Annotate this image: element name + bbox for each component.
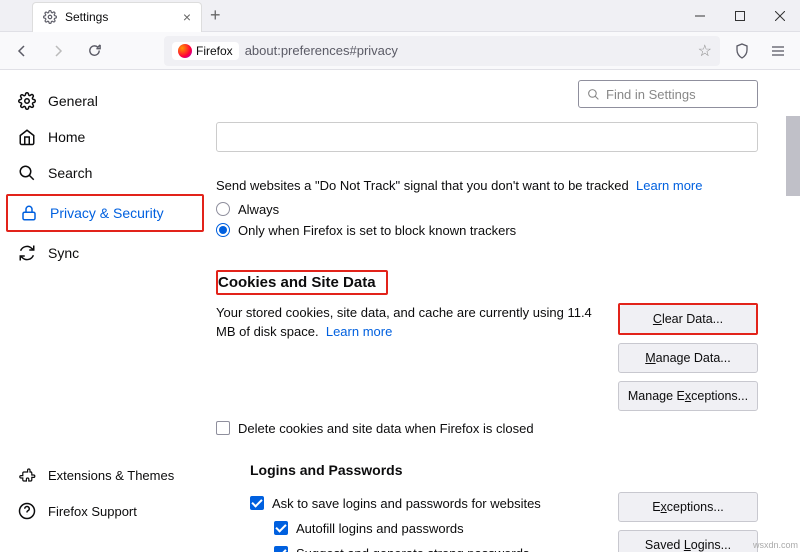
sidebar-label: Search [48, 165, 92, 181]
reload-button[interactable] [80, 37, 108, 65]
sidebar-label: Firefox Support [48, 504, 137, 519]
settings-search-input[interactable]: Find in Settings [578, 80, 758, 108]
sidebar-label: General [48, 93, 98, 109]
cookies-usage-text: Your stored cookies, site data, and cach… [216, 303, 606, 342]
bookmark-star-icon[interactable]: ☆ [698, 41, 712, 61]
radio-icon [216, 202, 230, 216]
settings-sidebar: General Home Search Privacy & Security S… [0, 70, 210, 552]
dnt-description: Send websites a "Do Not Track" signal th… [216, 176, 758, 196]
suggest-passwords-checkbox[interactable]: Suggest and generate strong passwords [274, 546, 606, 552]
sidebar-item-privacy-security[interactable]: Privacy & Security [8, 196, 202, 230]
dnt-learn-more-link[interactable]: Learn more [636, 178, 702, 193]
forward-button[interactable] [44, 37, 72, 65]
content-area: General Home Search Privacy & Security S… [0, 70, 800, 552]
back-button[interactable] [8, 37, 36, 65]
new-tab-button[interactable]: + [210, 5, 221, 26]
cookies-heading: Cookies and Site Data [218, 274, 376, 291]
checkbox-icon [274, 521, 288, 535]
sidebar-item-support[interactable]: Firefox Support [6, 494, 204, 528]
url-bar[interactable]: Firefox about:preferences#privacy ☆ [164, 36, 720, 66]
watermark: wsxdn.com [753, 540, 798, 550]
window-maximize[interactable] [720, 0, 760, 32]
dnt-radio-only-blocked[interactable]: Only when Firefox is set to block known … [216, 223, 758, 238]
manage-data-button[interactable]: Manage Data... [618, 343, 758, 373]
browser-toolbar: Firefox about:preferences#privacy ☆ [0, 32, 800, 70]
sidebar-label: Privacy & Security [50, 205, 164, 221]
logins-exceptions-button[interactable]: Exceptions... [618, 492, 758, 522]
window-minimize[interactable] [680, 0, 720, 32]
protection-shield-icon[interactable] [728, 43, 756, 59]
checkbox-icon [216, 421, 230, 435]
window-close[interactable] [760, 0, 800, 32]
search-icon [587, 88, 600, 101]
scrollbar-thumb[interactable] [786, 116, 800, 196]
extension-icon [18, 466, 36, 484]
settings-icon [43, 10, 57, 24]
sidebar-item-general[interactable]: General [6, 84, 204, 118]
checkbox-icon [274, 546, 288, 552]
identity-label: Firefox [196, 44, 233, 58]
window-controls [680, 0, 800, 32]
sidebar-label: Sync [48, 245, 79, 261]
search-icon [18, 164, 36, 182]
ask-save-logins-checkbox[interactable]: Ask to save logins and passwords for web… [250, 496, 606, 511]
autofill-logins-checkbox[interactable]: Autofill logins and passwords [274, 521, 606, 536]
sidebar-label: Extensions & Themes [48, 468, 174, 483]
sidebar-item-home[interactable]: Home [6, 120, 204, 154]
firefox-icon [178, 44, 192, 58]
radio-icon [216, 223, 230, 237]
saved-logins-button[interactable]: Saved Logins... [618, 530, 758, 552]
url-text: about:preferences#privacy [245, 43, 398, 58]
site-identity[interactable]: Firefox [172, 42, 239, 60]
titlebar: Settings × + [0, 0, 800, 32]
tab-close-icon[interactable]: × [183, 9, 191, 25]
logins-heading: Logins and Passwords [250, 462, 758, 478]
lock-icon [20, 204, 38, 222]
sidebar-item-search[interactable]: Search [6, 156, 204, 190]
tracking-exceptions-field[interactable] [216, 122, 758, 152]
help-icon [18, 502, 36, 520]
checkbox-icon [250, 496, 264, 510]
tab-title: Settings [65, 10, 175, 24]
sidebar-item-sync[interactable]: Sync [6, 236, 204, 270]
dnt-radio-always[interactable]: Always [216, 202, 758, 217]
sidebar-label: Home [48, 129, 85, 145]
browser-tab[interactable]: Settings × [32, 2, 202, 32]
sync-icon [18, 244, 36, 262]
delete-cookies-checkbox[interactable]: Delete cookies and site data when Firefo… [216, 421, 758, 436]
sidebar-item-extensions[interactable]: Extensions & Themes [6, 458, 204, 492]
cookies-learn-more-link[interactable]: Learn more [326, 324, 392, 339]
app-menu-button[interactable] [764, 43, 792, 59]
home-icon [18, 128, 36, 146]
clear-data-button[interactable]: Clear Data... [620, 305, 756, 333]
search-placeholder: Find in Settings [606, 87, 696, 102]
manage-exceptions-button[interactable]: Manage Exceptions... [618, 381, 758, 411]
gear-icon [18, 92, 36, 110]
settings-main: Find in Settings Send websites a "Do Not… [210, 70, 800, 552]
